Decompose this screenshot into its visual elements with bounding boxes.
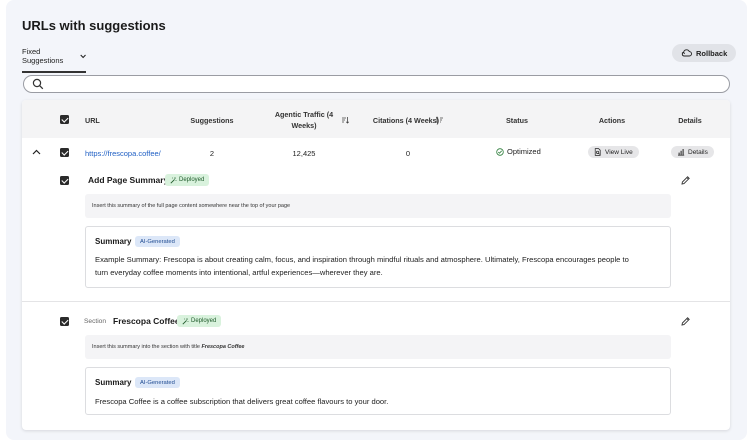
status-badge: Optimized <box>496 147 541 156</box>
pencil-icon[interactable] <box>680 316 691 327</box>
deployed-badge: Deployed <box>177 315 222 327</box>
view-live-label: View Live <box>605 148 633 156</box>
section-label: Section <box>84 318 106 325</box>
ai-generated-badge: AI-Generated <box>135 377 180 388</box>
magic-wand-icon <box>170 176 177 184</box>
col-agentic-traffic-line1: Agentic Traffic (4 <box>274 110 334 119</box>
row-url-link[interactable]: https://frescopa.coffee/ <box>85 149 161 158</box>
summary-text-line: turn everyday coffee moments into intent… <box>95 268 383 277</box>
summary-box: Summary AI-Generated Example Summary: Fr… <box>85 226 671 288</box>
col-status: Status <box>506 116 528 125</box>
suggestion-title: Add Page Summary <box>88 175 169 185</box>
bar-chart-icon <box>678 149 685 156</box>
summary-text-line: Example Summary: Frescopa is about creat… <box>95 255 629 264</box>
summary-heading: Summary <box>95 378 132 387</box>
suggestion-checkbox[interactable] <box>60 176 69 185</box>
row-suggestions: 2 <box>209 149 215 158</box>
search-icon <box>32 78 44 90</box>
deployed-badge: Deployed <box>165 174 210 186</box>
row-agentic-traffic: 12,425 <box>292 149 316 158</box>
sort-icon[interactable] <box>436 116 444 124</box>
check-circle-icon <box>496 147 504 156</box>
divider <box>22 301 730 302</box>
suggestion-checkbox[interactable] <box>60 317 69 326</box>
deployed-label: Deployed <box>191 318 217 324</box>
col-agentic-traffic[interactable]: Agentic Traffic (4 Weeks) <box>268 109 340 131</box>
view-live-button[interactable]: View Live <box>588 146 639 158</box>
chevron-up-icon[interactable] <box>32 149 41 155</box>
page-title: URLs with suggestions <box>22 18 166 33</box>
tab-label: Fixed Suggestions <box>22 47 64 65</box>
status-label: Optimized <box>507 147 541 156</box>
deployed-label: Deployed <box>179 177 205 183</box>
col-agentic-traffic-line2: Weeks) <box>291 121 317 130</box>
chevron-down-icon <box>80 54 86 58</box>
suggestion-title: Frescopa Coffee <box>113 316 180 326</box>
col-details: Details <box>678 116 702 125</box>
row-citations: 0 <box>405 149 411 158</box>
select-all-checkbox[interactable] <box>60 115 69 124</box>
instruction-section-title: Frescopa Coffee <box>201 344 245 350</box>
col-url[interactable]: URL <box>85 115 100 126</box>
row-checkbox[interactable] <box>60 148 69 157</box>
search-input[interactable] <box>23 75 730 93</box>
suggestion-instruction: Insert this summary into the section wit… <box>85 335 671 359</box>
ai-generated-badge: AI-Generated <box>135 236 180 247</box>
pencil-icon[interactable] <box>680 175 691 186</box>
rollback-button[interactable]: Rollback <box>672 44 737 62</box>
urls-table: URL Suggestions Agentic Traffic (4 Weeks… <box>22 100 730 430</box>
tab-fixed-suggestions[interactable]: Fixed Suggestions <box>22 47 86 73</box>
sort-icon[interactable] <box>341 116 349 124</box>
col-suggestions[interactable]: Suggestions <box>182 115 242 126</box>
document-search-icon <box>594 148 601 156</box>
magic-wand-icon <box>182 317 189 325</box>
col-citations[interactable]: Citations (4 Weeks) <box>370 115 442 126</box>
undo-cloud-icon <box>681 49 692 57</box>
summary-text: Example Summary: Frescopa is about creat… <box>95 253 663 279</box>
col-actions: Actions <box>598 116 626 125</box>
details-label: Details <box>688 148 708 156</box>
summary-heading: Summary <box>95 237 132 246</box>
summary-text: Frescopa Coffee is a coffee subscription… <box>95 397 389 406</box>
suggestion-instruction: Insert this summary of the full page con… <box>85 194 671 218</box>
details-button[interactable]: Details <box>671 146 714 158</box>
rollback-label: Rollback <box>696 48 728 58</box>
instruction-text: Insert this summary into the section wit… <box>92 344 202 350</box>
table-header: URL Suggestions Agentic Traffic (4 Weeks… <box>22 100 730 138</box>
summary-box: Summary AI-Generated Frescopa Coffee is … <box>85 367 671 415</box>
